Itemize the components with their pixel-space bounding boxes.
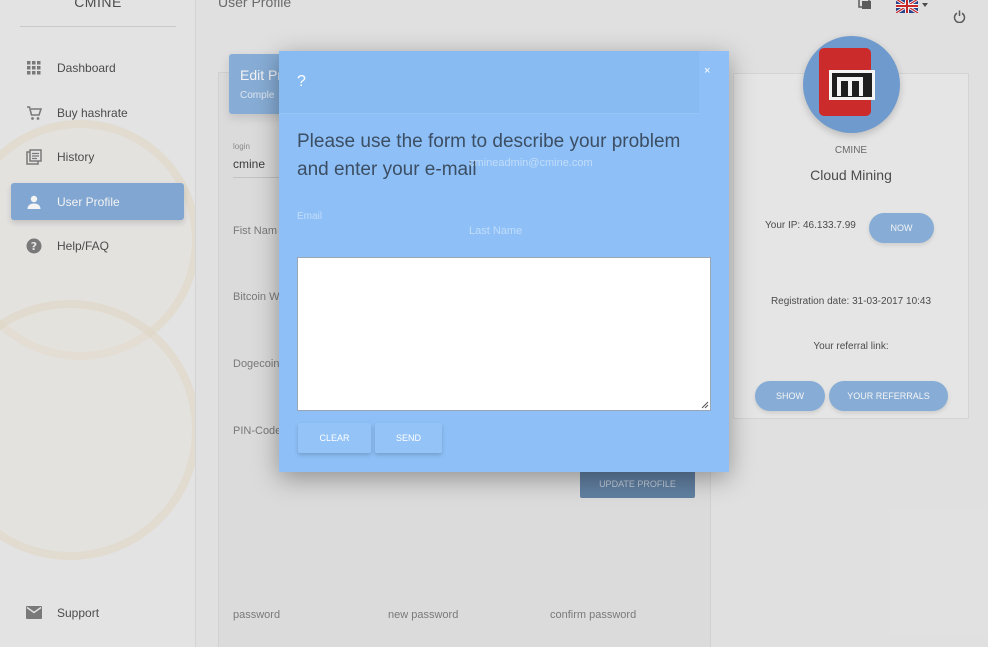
modal-message: Please use the form to describe your pro… (297, 131, 681, 180)
modal-title: ? (297, 73, 306, 90)
resize-grip-icon[interactable] (701, 401, 709, 409)
modal-header: ? (279, 51, 699, 114)
close-icon[interactable]: × (704, 65, 710, 77)
last-name-ghost-label: Last Name (469, 225, 523, 237)
support-modal: ? × Please use the form to describe your… (279, 51, 729, 472)
send-button[interactable]: SEND (375, 423, 442, 453)
email-ghost-label: Email (297, 211, 323, 222)
email-ghost-text: cmineadmin@cmine.com (469, 157, 593, 169)
clear-button[interactable]: CLEAR (298, 423, 371, 453)
problem-textarea[interactable] (297, 257, 711, 411)
